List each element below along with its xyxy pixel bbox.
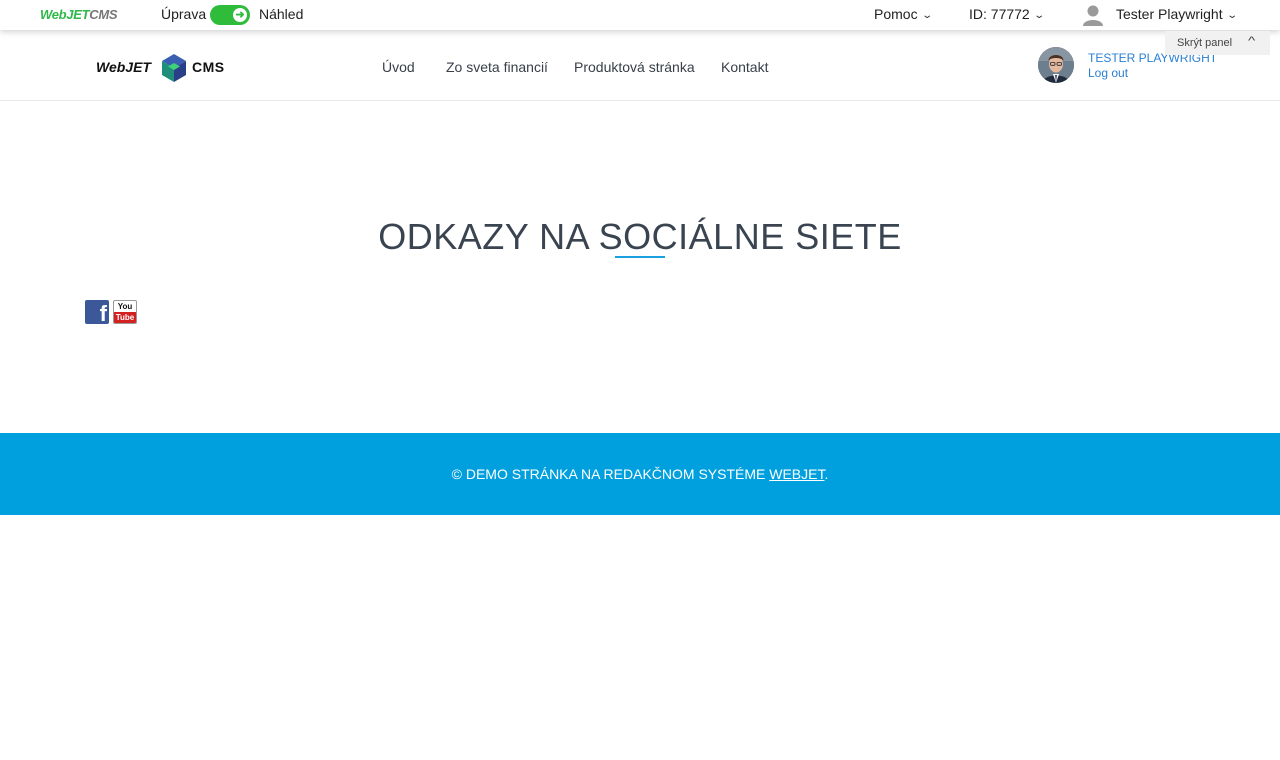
chevron-down-icon: ⌄ [920, 10, 933, 21]
edit-preview-toggle[interactable]: ➜ [210, 5, 250, 25]
avatar[interactable] [1038, 47, 1074, 83]
arrow-right-icon: ➜ [233, 8, 247, 22]
chevron-down-icon: ⌄ [1225, 10, 1238, 21]
webjet-admin-logo[interactable]: WebJETCMS [40, 7, 118, 22]
footer-text: © DEMO STRÁNKA NA REDAKČNOM SYSTÉME WEBJ… [0, 466, 1280, 482]
youtube-top-label: You [117, 302, 133, 311]
cube-logo-icon [162, 54, 186, 82]
help-label: Pomoc [874, 6, 918, 22]
facebook-letter: f [99, 301, 107, 324]
footer-suffix: . [824, 466, 829, 482]
site-logo-cms: CMS [192, 59, 225, 75]
nav-item-kontakt[interactable]: Kontakt [721, 59, 768, 75]
admin-logo-cms: CMS [89, 7, 118, 22]
mode-preview-label: Náhled [259, 6, 304, 22]
logout-link[interactable]: Log out [1088, 66, 1128, 80]
youtube-bottom-label: Tube [114, 312, 136, 323]
doc-id-menu[interactable]: ID: 77772 ⌄ [969, 6, 1045, 22]
mode-edit-label: Úprava [161, 6, 207, 22]
nav-item-produktova-stranka[interactable]: Produktová stránka [574, 59, 695, 75]
chevron-up-icon: ^ [1247, 35, 1256, 47]
chevron-down-icon: ⌄ [1033, 10, 1045, 21]
nav-item-uvod[interactable]: Úvod [382, 59, 415, 75]
help-menu[interactable]: Pomoc ⌄ [874, 6, 933, 22]
user-menu[interactable]: Tester Playwright ⌄ [1116, 6, 1238, 22]
youtube-icon[interactable]: You Tube [113, 300, 137, 324]
user-icon[interactable] [1082, 4, 1104, 26]
title-divider [615, 256, 665, 258]
admin-toolbar: WebJETCMS Úprava ➜ Náhled Pomoc ⌄ ID: 777… [0, 0, 1280, 30]
user-menu-label: Tester Playwright [1116, 6, 1223, 22]
site-logo-webjet: WebJET [96, 59, 151, 75]
admin-logo-webjet: WebJET [40, 7, 90, 22]
site-header: WebJET CMS Úvod Zo sveta financií Produk… [0, 30, 1280, 101]
footer-webjet-link[interactable]: WEBJET [769, 466, 824, 482]
hide-panel-label: Skrýt panel [1177, 37, 1233, 49]
hide-panel-button[interactable]: Skrýt panel ^ [1165, 31, 1270, 55]
avatar-portrait [1038, 47, 1074, 83]
doc-id-label: ID: 77772 [969, 6, 1030, 22]
page-title: ODKAZY NA SOCIÁLNE SIETE [378, 216, 902, 258]
footer-copyright: © DEMO STRÁNKA NA REDAKČNOM SYSTÉME [451, 466, 770, 482]
nav-item-zo-sveta-financii[interactable]: Zo sveta financií [446, 59, 548, 75]
facebook-icon[interactable]: f [85, 300, 109, 324]
site-footer: © DEMO STRÁNKA NA REDAKČNOM SYSTÉME WEBJ… [0, 433, 1280, 515]
